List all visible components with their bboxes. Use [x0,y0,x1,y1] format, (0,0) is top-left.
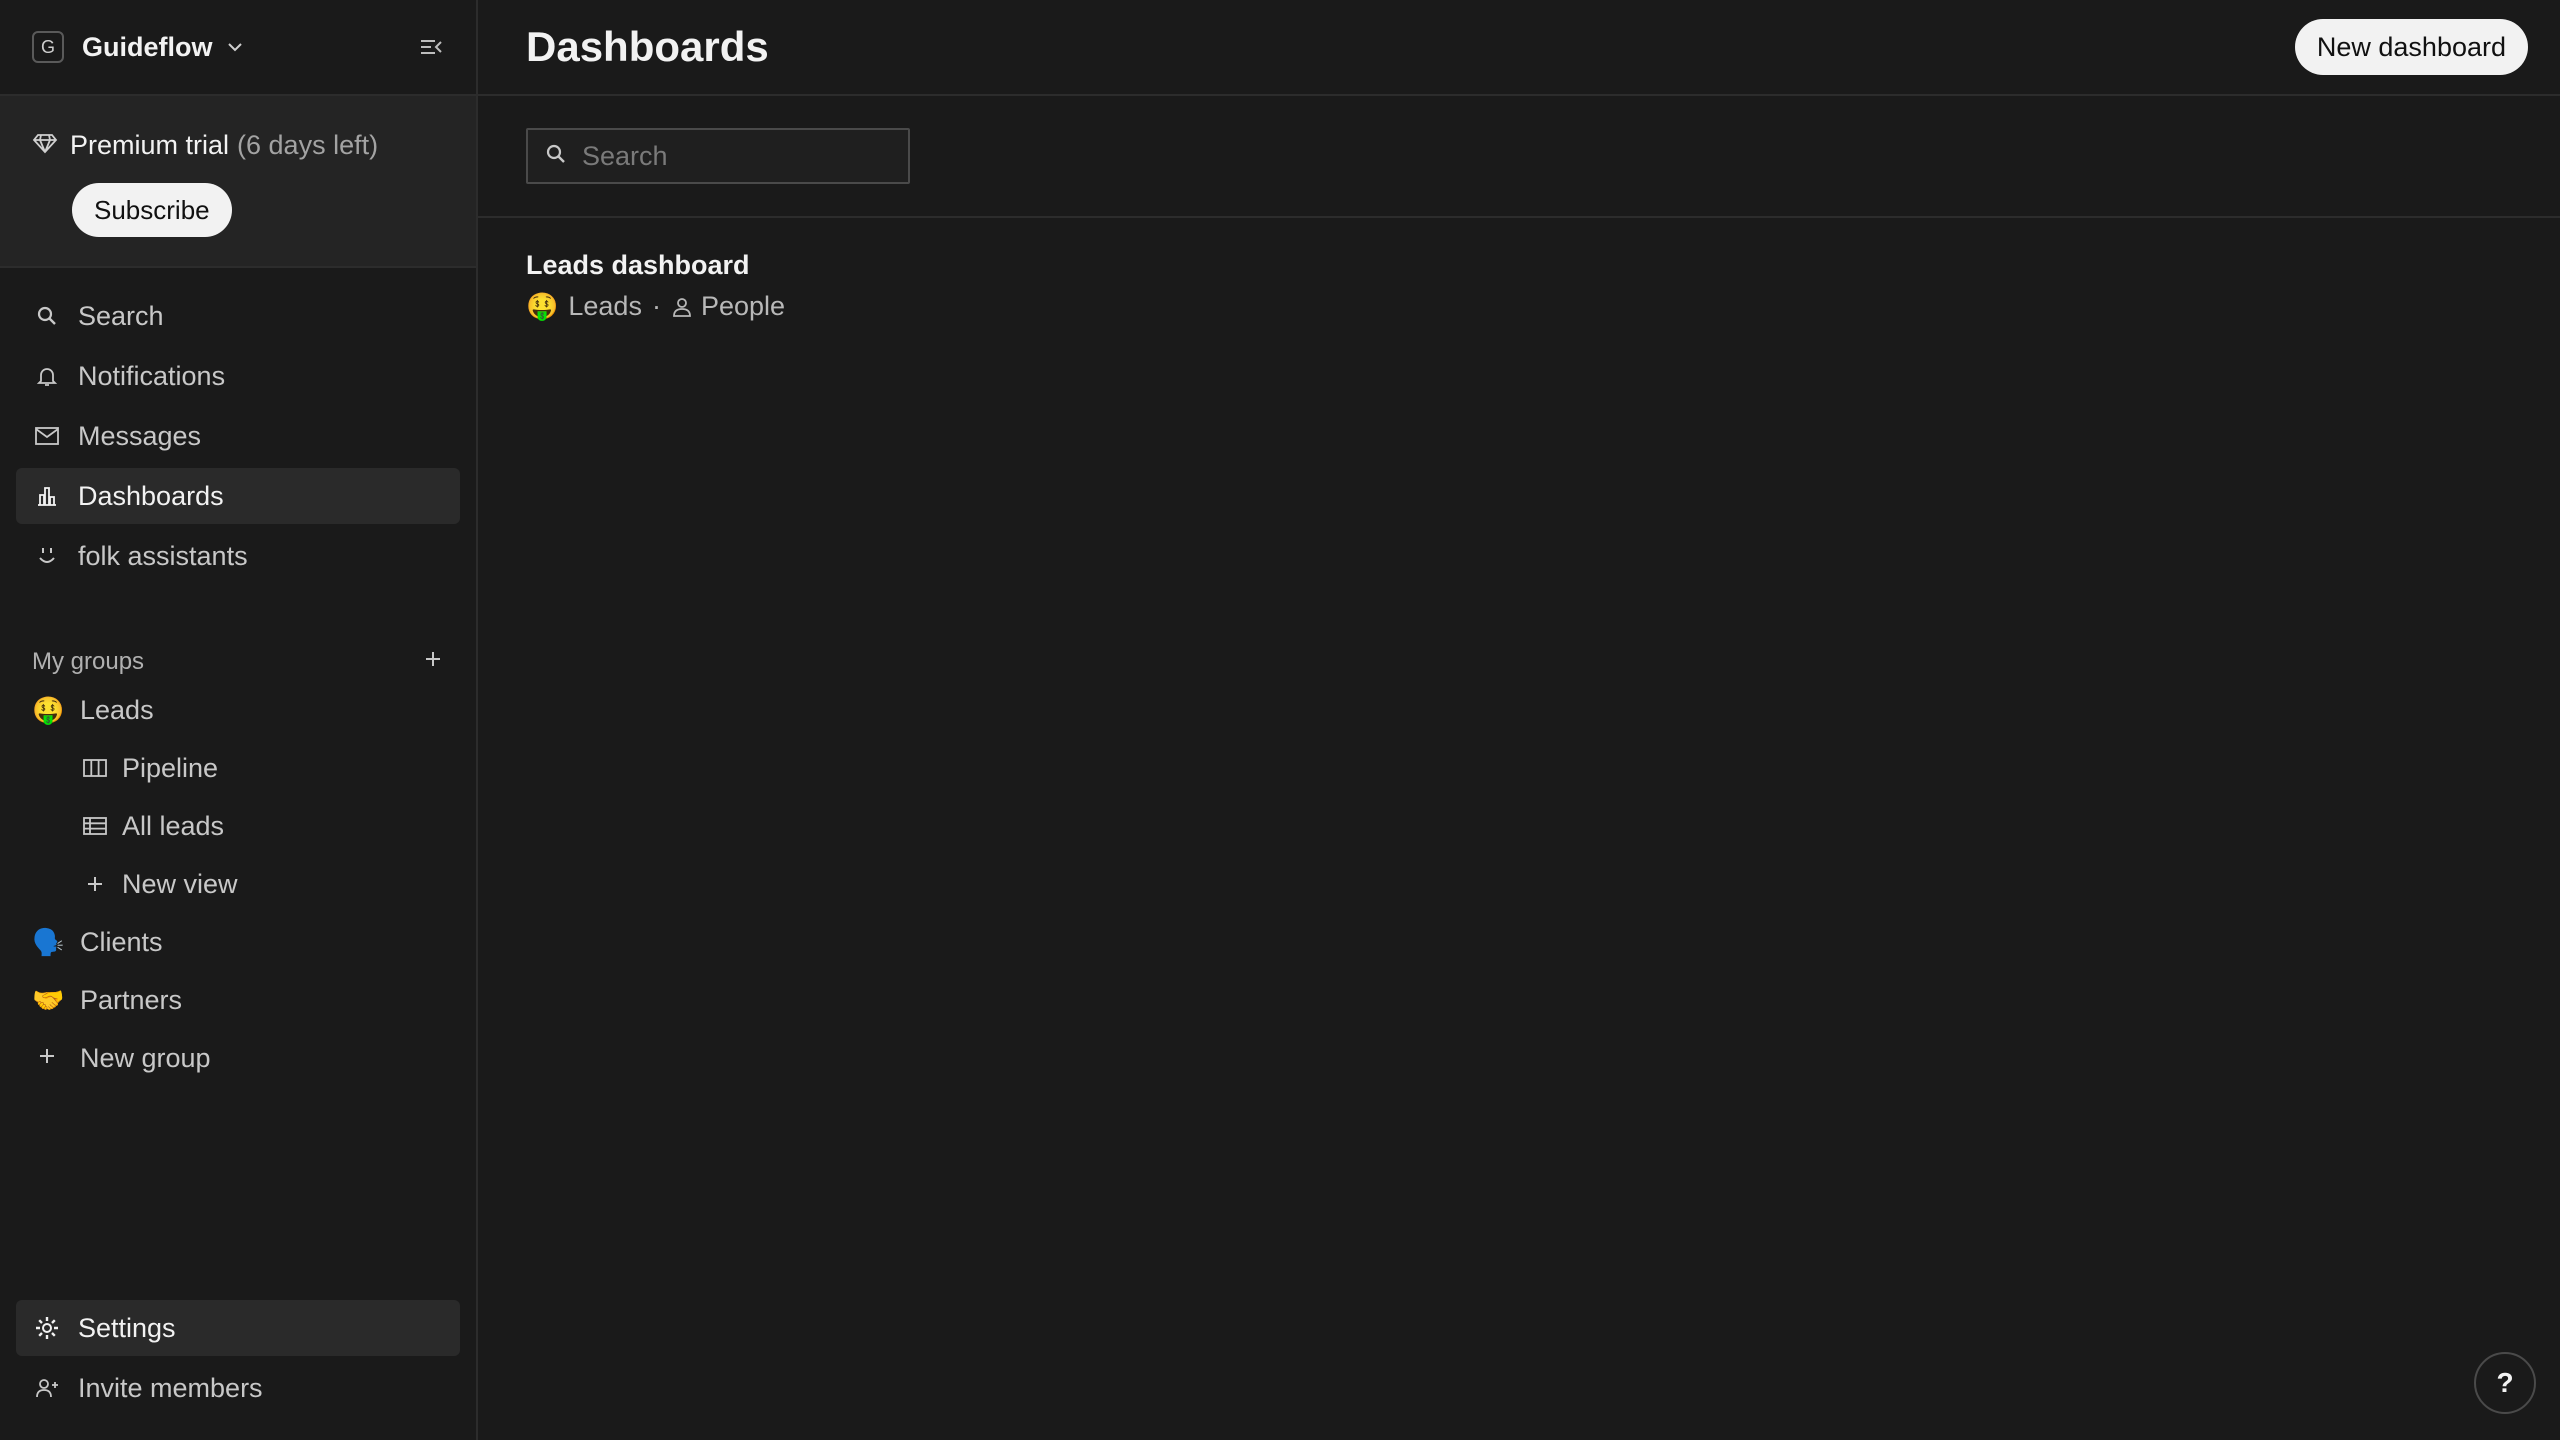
new-dashboard-button[interactable]: New dashboard [2294,19,2528,75]
page-title: Dashboards [526,23,769,70]
groups-header-label: My groups [32,648,145,675]
gear-icon [32,1313,62,1343]
new-view-button[interactable]: New view [16,856,460,912]
view-label: New view [122,868,238,899]
search-icon [544,142,568,171]
nav-item-label: Dashboards [78,480,224,511]
groups-header: My groups [0,644,476,680]
main-nav: Search Notifications Messages Dashboards [0,288,476,584]
group-emoji: 🗣️ [32,926,65,957]
dashboard-list-item[interactable]: Leads dashboard 🤑 Leads · People [478,218,2560,322]
add-group-icon[interactable] [422,648,444,677]
search-icon [32,301,62,331]
nav-item-label: Invite members [78,1372,263,1403]
collapse-sidebar-icon[interactable] [416,32,446,62]
nav-item-label: folk assistants [78,540,248,571]
view-label: All leads [122,810,225,841]
workspace-name[interactable]: Guideflow [82,32,213,63]
kanban-icon [80,753,110,783]
nav-item-notifications[interactable]: Notifications [16,348,460,404]
trial-days-left: (6 days left) [237,130,379,160]
new-group-label: New group [80,1042,211,1073]
nav-item-settings[interactable]: Settings [16,1300,460,1356]
table-icon [80,811,110,841]
trial-title: Premium trial [70,130,230,160]
sidebar-bottom-nav: Settings Invite members [0,1296,476,1420]
help-button[interactable]: ? [2474,1352,2536,1414]
group-label: Partners [80,984,183,1015]
dashboard-entity: People [700,291,786,321]
nav-item-invite-members[interactable]: Invite members [16,1360,460,1416]
search-input[interactable] [582,140,882,172]
view-item-all-leads[interactable]: All leads [16,798,460,854]
group-item-clients[interactable]: 🗣️ Clients [16,914,460,970]
mail-icon [32,421,62,451]
sidebar: G Guideflow Premium trial (6 days left) … [0,0,478,1440]
main-header: Dashboards New dashboard [478,0,2560,96]
group-item-partners[interactable]: 🤝 Partners [16,972,460,1028]
subscribe-button[interactable]: Subscribe [72,183,232,237]
assistant-icon [32,541,62,571]
plus-icon [80,869,110,899]
group-label: Leads [80,694,154,725]
bar-chart-icon [32,481,62,511]
view-item-pipeline[interactable]: Pipeline [16,740,460,796]
search-box[interactable] [526,128,910,184]
main-content: Dashboards New dashboard Leads dashboard… [478,0,2560,1440]
nav-item-search[interactable]: Search [16,288,460,344]
group-label: Clients [80,926,163,957]
workspace-logo[interactable]: G [32,31,64,63]
plus-icon [32,1043,62,1074]
nav-item-label: Notifications [78,360,226,391]
dashboard-meta: 🤑 Leads · People [526,291,2560,322]
bell-icon [32,361,62,391]
group-emoji: 🤑 [32,694,65,725]
nav-item-messages[interactable]: Messages [16,408,460,464]
nav-item-label: Settings [78,1312,176,1343]
view-label: Pipeline [122,752,219,783]
diamond-icon [32,130,58,161]
chevron-down-icon[interactable] [225,37,245,57]
person-icon [671,296,693,318]
new-group-button[interactable]: New group [16,1030,460,1086]
search-bar [478,96,2560,218]
meta-separator: · [651,291,661,321]
nav-item-label: Search [78,300,164,331]
nav-item-folk-assistants[interactable]: folk assistants [16,528,460,584]
group-item-leads[interactable]: 🤑 Leads [16,682,460,738]
group-emoji: 🤝 [32,984,65,1015]
nav-item-dashboards[interactable]: Dashboards [16,468,460,524]
nav-item-label: Messages [78,420,202,451]
group-emoji: 🤑 [526,291,559,321]
premium-trial-panel: Premium trial (6 days left) Subscribe [0,94,476,268]
add-user-icon [32,1373,62,1403]
dashboard-title[interactable]: Leads dashboard [526,250,2560,281]
workspace-header: G Guideflow [0,0,476,94]
dashboard-group: Leads [568,291,642,321]
